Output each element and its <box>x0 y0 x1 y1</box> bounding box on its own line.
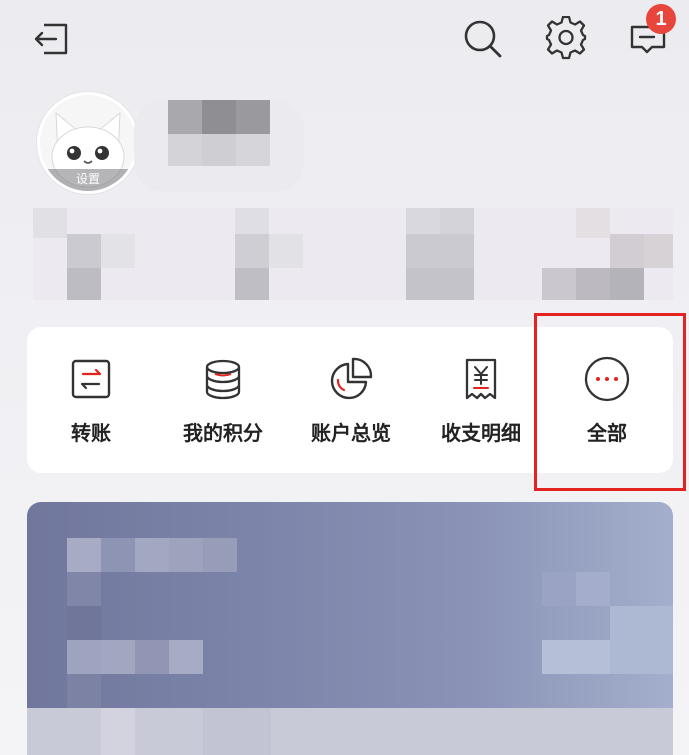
transfer-button[interactable]: 转账 <box>43 327 139 473</box>
gear-icon <box>545 16 587 60</box>
redacted-banner[interactable] <box>27 502 673 755</box>
avatar[interactable]: 设置 <box>37 92 139 194</box>
search-button[interactable] <box>460 16 506 62</box>
transfer-label: 转账 <box>71 421 111 445</box>
settings-button[interactable] <box>542 14 590 62</box>
receipt-icon <box>465 358 497 400</box>
account-overview-label: 账户总览 <box>311 421 391 445</box>
account-overview-button[interactable]: 账户总览 <box>293 327 409 473</box>
search-icon <box>464 20 502 58</box>
transfer-icon <box>71 359 111 399</box>
exit-icon <box>34 23 68 55</box>
my-points-label: 我的积分 <box>183 421 263 445</box>
pie-chart-icon <box>330 357 373 400</box>
avatar-settings-label: 设置 <box>40 169 136 191</box>
message-badge: 1 <box>646 4 676 34</box>
highlight-box <box>534 313 686 491</box>
my-points-button[interactable]: 我的积分 <box>165 327 281 473</box>
income-expense-details-button[interactable]: 收支明细 <box>423 327 539 473</box>
coins-icon <box>205 359 241 400</box>
income-expense-details-label: 收支明细 <box>441 421 521 445</box>
exit-button[interactable] <box>28 18 72 60</box>
